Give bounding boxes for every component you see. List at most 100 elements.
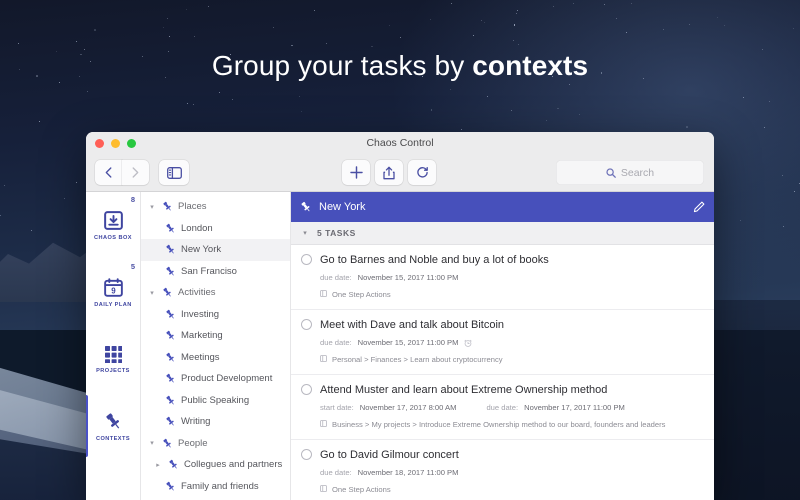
task-dates: due date: November 15, 2017 11:00 PM <box>320 273 704 282</box>
tree-item-places[interactable]: ▾ Places <box>141 196 290 218</box>
plus-icon <box>350 166 363 179</box>
pin-icon <box>165 244 176 255</box>
sidebar-toggle-button[interactable] <box>159 160 189 185</box>
task-row[interactable]: Meet with Dave and talk about Bitcoin du… <box>291 310 714 375</box>
tree-item-label: London <box>181 223 213 234</box>
page-title: Group your tasks by contexts <box>0 50 800 82</box>
tree-item-product-development[interactable]: Product Development <box>141 368 290 390</box>
chevron-left-icon <box>105 167 112 178</box>
tree-item-label: Meetings <box>181 352 220 363</box>
tree-item-london[interactable]: London <box>141 218 290 240</box>
tree-item-public-speaking[interactable]: Public Speaking <box>141 390 290 412</box>
task-checkbox[interactable] <box>301 449 312 460</box>
chevron-down-icon[interactable]: ▾ <box>147 203 157 211</box>
pencil-icon[interactable] <box>693 201 705 213</box>
calendar-icon: 9 <box>104 278 123 297</box>
add-task-button[interactable] <box>342 160 370 185</box>
rail-item-daily-plan[interactable]: 5 9 DAILY PLAN <box>86 259 140 326</box>
rail-item-chaos-box[interactable]: 8 CHAOS BOX <box>86 192 140 259</box>
task-project-path[interactable]: Business > My projects > Introduce Extre… <box>320 419 704 430</box>
rail-item-label: CHAOS BOX <box>94 235 132 241</box>
chevron-down-icon[interactable]: ▾ <box>147 439 157 447</box>
tree-item-investing[interactable]: Investing <box>141 304 290 326</box>
start-date-label: start date: <box>320 403 354 412</box>
tree-item-san-franciso[interactable]: San Franciso <box>141 261 290 283</box>
pin-icon <box>162 201 173 212</box>
task-row[interactable]: Go to Barnes and Noble and buy a lot of … <box>291 245 714 310</box>
task-checkbox[interactable] <box>301 319 312 330</box>
window-titlebar: Chaos Control <box>86 132 714 154</box>
tasks-section-header[interactable]: ▾ 5 TASKS <box>291 222 714 245</box>
tree-item-meetings[interactable]: Meetings <box>141 347 290 369</box>
window-body: 8 CHAOS BOX5 9 DAILY PLANPROJECTS CONTEX… <box>86 192 714 500</box>
due-date-label: due date: <box>486 403 518 412</box>
rail-item-contexts[interactable]: CONTEXTS <box>86 393 140 460</box>
start-date-value: November 17, 2017 8:00 AM <box>360 403 457 412</box>
search-input[interactable]: Search <box>621 167 654 179</box>
tree-item-collegues-and-partners[interactable]: ▸ Collegues and partners <box>141 454 290 476</box>
task-list: Go to Barnes and Noble and buy a lot of … <box>291 245 714 500</box>
headline-emphasis: contexts <box>472 50 588 81</box>
task-checkbox[interactable] <box>301 254 312 265</box>
task-title: Go to David Gilmour concert <box>320 448 704 462</box>
share-button[interactable] <box>375 160 403 185</box>
rail-item-label: DAILY PLAN <box>94 302 131 308</box>
tree-item-label: New York <box>181 244 221 255</box>
task-checkbox[interactable] <box>301 384 312 395</box>
back-button[interactable] <box>95 160 122 185</box>
share-icon <box>383 166 395 180</box>
window-title: Chaos Control <box>86 132 714 154</box>
tasks-count-label: 5 TASKS <box>317 228 356 238</box>
task-project-label: One Step Actions <box>332 484 391 495</box>
task-content: Go to David Gilmour concert due date: No… <box>320 448 704 495</box>
tree-item-marketing[interactable]: Marketing <box>141 325 290 347</box>
rail-item-label: CONTEXTS <box>96 436 130 442</box>
tree-item-people[interactable]: ▾ People <box>141 433 290 455</box>
tree-item-label: Marketing <box>181 330 223 341</box>
app-window: Chaos Control <box>86 132 714 500</box>
context-header: New York <box>291 192 714 222</box>
tree-item-activities[interactable]: ▾ Activities <box>141 282 290 304</box>
refresh-button[interactable] <box>408 160 436 185</box>
window-controls <box>95 139 136 148</box>
pin-icon <box>300 201 312 213</box>
task-content: Meet with Dave and talk about Bitcoin du… <box>320 318 704 365</box>
tree-item-label: San Franciso <box>181 266 237 277</box>
sidebar-toggle-icon <box>167 167 182 179</box>
chevron-down-icon[interactable]: ▾ <box>147 289 157 297</box>
task-row[interactable]: Attend Muster and learn about Extreme Ow… <box>291 375 714 440</box>
rail-item-projects[interactable]: PROJECTS <box>86 326 140 393</box>
task-title: Meet with Dave and talk about Bitcoin <box>320 318 704 332</box>
search-field[interactable]: Search <box>556 160 704 185</box>
task-row[interactable]: Go to David Gilmour concert due date: No… <box>291 440 714 500</box>
task-list-panel: New York ▾ 5 TASKS Go to Barnes and Nobl… <box>291 192 714 500</box>
task-dates: due date: November 15, 2017 11:00 PM <box>320 338 704 347</box>
task-project-label: Personal > Finances > Learn about crypto… <box>332 354 503 365</box>
tree-item-label: People <box>178 438 208 449</box>
due-date-label: due date: <box>320 338 352 347</box>
chevron-right-icon[interactable]: ▸ <box>153 461 163 469</box>
tree-item-new-york[interactable]: New York <box>141 239 290 261</box>
pin-icon <box>162 438 173 449</box>
due-date-label: due date: <box>320 273 352 282</box>
tree-item-writing[interactable]: Writing <box>141 411 290 433</box>
pin-icon <box>165 373 176 384</box>
task-project-path[interactable]: One Step Actions <box>320 484 704 495</box>
zoom-button[interactable] <box>127 139 136 148</box>
tree-item-label: Places <box>178 201 207 212</box>
due-date-value: November 18, 2017 11:00 PM <box>358 468 459 477</box>
tree-item-label: Collegues and partners <box>184 459 282 470</box>
pin-icon <box>165 330 176 341</box>
due-date-value: November 17, 2017 11:00 PM <box>524 403 625 412</box>
search-icon <box>606 168 616 178</box>
forward-button[interactable] <box>122 160 149 185</box>
task-project-path[interactable]: One Step Actions <box>320 289 704 300</box>
tree-item-family-and-friends[interactable]: Family and friends <box>141 476 290 498</box>
minimize-button[interactable] <box>111 139 120 148</box>
chevron-right-icon <box>132 167 139 178</box>
close-button[interactable] <box>95 139 104 148</box>
rail-badge: 5 <box>131 262 135 271</box>
pin-icon <box>165 416 176 427</box>
headline-prefix: Group your tasks by <box>212 50 472 81</box>
task-project-path[interactable]: Personal > Finances > Learn about crypto… <box>320 354 704 365</box>
